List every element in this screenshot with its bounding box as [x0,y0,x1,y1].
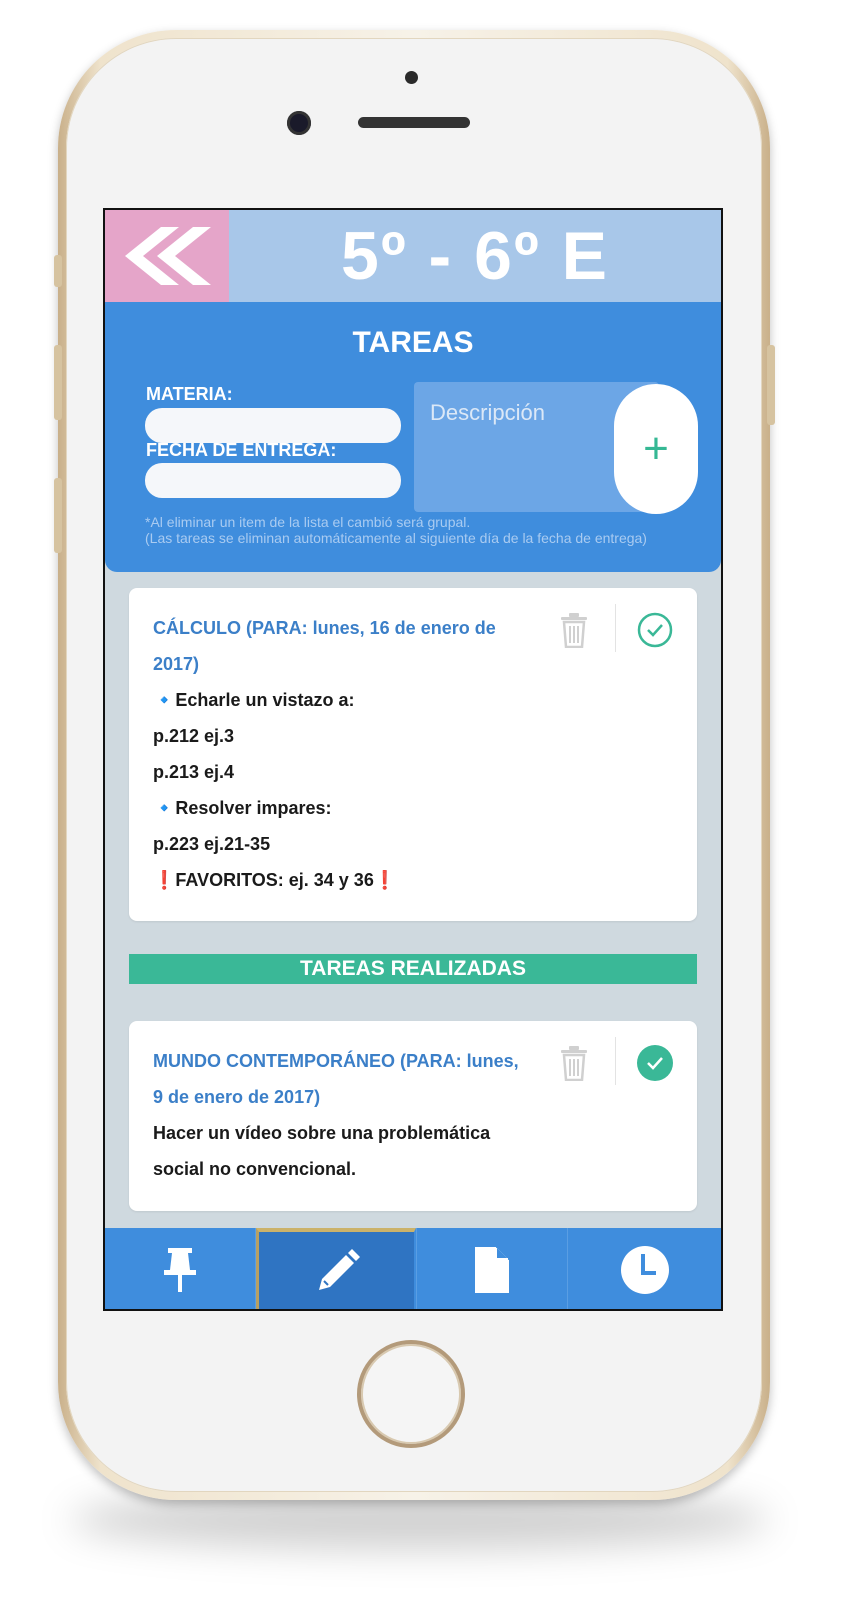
double-chevron-left-icon [125,227,211,285]
nav-pinned[interactable] [105,1228,255,1309]
task-heading: CÁLCULO (PARA: lunes, 16 de enero de [153,618,496,638]
volume-down-button [54,478,62,553]
action-divider [615,604,616,652]
group-change-note: *Al eliminar un item de la lista el camb… [145,514,471,530]
task-line: p.223 ej.21-35 [153,834,271,854]
clock-icon [620,1245,669,1294]
form-title: TAREAS [352,326,474,359]
task-line: 🔹Resolver impares: [153,798,332,818]
bottom-nav [105,1228,721,1309]
document-icon [475,1246,509,1293]
new-task-form: TAREAS MATERIA: FECHA DE ENTREGA: Descri… [105,302,721,572]
auto-delete-note: (Las tareas se eliminan automáticamente … [145,530,647,546]
task-line: social no convencional. [153,1159,357,1179]
subject-label: MATERIA: [146,384,233,404]
power-button [767,345,775,425]
check-circle-filled-icon[interactable] [637,1045,673,1081]
task-heading-cont: 9 de enero de 2017) [153,1087,321,1107]
task-card: CÁLCULO (PARA: lunes, 16 de enero de 201… [129,588,697,921]
done-task-card: MUNDO CONTEMPORÁNEO (PARA: lunes, 9 de e… [129,1021,697,1211]
check-circle-outline-icon[interactable] [637,612,673,648]
volume-up-button [54,255,62,287]
app-screen: 5º - 6º E TAREAS MATERIA: FECHA DE ENTRE… [103,208,723,1311]
front-camera [287,111,311,135]
task-line: 🔹Echarle un vistazo a: [153,690,355,710]
home-button[interactable] [357,1340,465,1448]
group-title: 5º - 6º E [341,218,609,294]
action-divider [615,1037,616,1085]
task-line: p.213 ej.4 [153,762,235,782]
done-section-header: TAREAS REALIZADAS [129,954,697,984]
due-date-input[interactable] [145,463,401,498]
task-heading: MUNDO CONTEMPORÁNEO (PARA: lunes, [153,1051,519,1071]
add-task-button[interactable]: + [614,384,698,514]
due-date-label: FECHA DE ENTREGA: [146,440,337,460]
nav-documents[interactable] [417,1228,567,1309]
task-line: Hacer un vídeo sobre una problemática [153,1123,491,1143]
trash-icon[interactable] [559,612,589,648]
nav-tasks[interactable] [256,1228,416,1309]
pin-icon [164,1247,196,1292]
earpiece-speaker [358,117,470,128]
back-button[interactable] [105,210,229,302]
nav-schedule[interactable] [568,1228,721,1309]
proximity-sensor [405,71,418,84]
plus-icon: + [643,424,669,473]
pencil-icon [318,1248,360,1290]
trash-icon[interactable] [559,1045,589,1081]
subject-input[interactable] [145,408,401,443]
task-line: ❗FAVORITOS: ej. 34 y 36❗ [153,870,397,890]
volume-side-button [54,345,62,420]
description-placeholder: Descripción [430,400,545,425]
task-line: p.212 ej.3 [153,726,235,746]
task-heading-cont: 2017) [153,654,200,674]
